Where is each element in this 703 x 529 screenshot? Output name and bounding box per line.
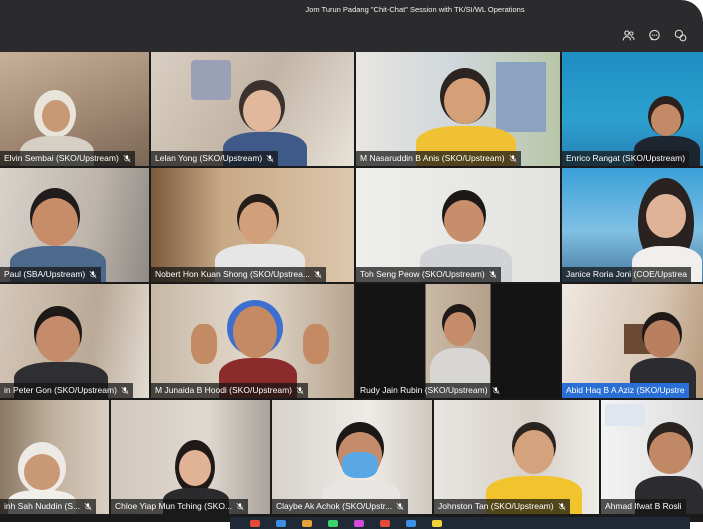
mic-off-icon bbox=[84, 503, 92, 510]
participant-name: Nobert Hon Kuan Shong (SKO/Upstrea... bbox=[151, 267, 326, 282]
video-tile[interactable]: Johnston Tan (SKO/Upstream) bbox=[434, 400, 599, 514]
video-tile[interactable]: Elvin Sembai (SKO/Upstream) bbox=[0, 52, 149, 166]
participant-name: Janice Roria Joni (COE/Upstrea bbox=[562, 267, 691, 282]
video-tile[interactable]: M Nasaruddin B Anis (SKO/Upstream) bbox=[356, 52, 560, 166]
app-icon[interactable] bbox=[328, 519, 338, 527]
video-tile[interactable]: Lelan Yong (SKO/Upstream) bbox=[151, 52, 354, 166]
people-icon[interactable] bbox=[621, 28, 635, 42]
video-tile[interactable]: Abid Haq B A Aziz (SKO/Upstre bbox=[562, 284, 703, 398]
toolbar bbox=[621, 28, 687, 42]
participant-name: Claybe Ak Achok (SKO/Upstr... bbox=[272, 499, 409, 514]
video-tile[interactable]: in Peter Gon (SKO/Upstream) bbox=[0, 284, 149, 398]
app-icon[interactable] bbox=[380, 519, 390, 527]
participant-name: Lelan Yong (SKO/Upstream) bbox=[151, 151, 279, 166]
chat-icon[interactable] bbox=[647, 28, 661, 42]
video-tile[interactable]: Chloe Yiap Mun Tching (SKO... bbox=[111, 400, 270, 514]
taskbar bbox=[230, 517, 690, 529]
mic-off-icon bbox=[492, 387, 500, 394]
video-call-window: Jom Turun Padang "Chit-Chat" Session wit… bbox=[0, 0, 703, 529]
mic-off-icon bbox=[296, 387, 304, 394]
app-icon[interactable] bbox=[276, 519, 286, 527]
video-tile[interactable]: Ahmad Ifwat B Rosli bbox=[601, 400, 703, 514]
mic-off-icon bbox=[236, 503, 244, 510]
video-tile[interactable]: Claybe Ak Achok (SKO/Upstr... bbox=[272, 400, 432, 514]
video-tile[interactable]: Rudy Jain Rubin (SKO/Upstream) bbox=[356, 284, 560, 398]
video-tile[interactable]: Nobert Hon Kuan Shong (SKO/Upstrea... bbox=[151, 168, 354, 282]
participant-name: M Junaida B Hoodi (SKO/Upstream) bbox=[151, 383, 308, 398]
reactions-icon[interactable] bbox=[673, 28, 687, 42]
participant-name: inh Sah Nuddin (S... bbox=[0, 499, 97, 514]
video-tile[interactable]: Toh Seng Peow (SKO/Upstream) bbox=[356, 168, 560, 282]
participant-name: Toh Seng Peow (SKO/Upstream) bbox=[356, 267, 501, 282]
video-tile[interactable]: M Junaida B Hoodi (SKO/Upstream) bbox=[151, 284, 354, 398]
mic-off-icon bbox=[396, 503, 404, 510]
video-tile[interactable]: Enrico Rangat (SKO/Upstream) bbox=[562, 52, 703, 166]
app-icon[interactable] bbox=[432, 519, 442, 527]
mic-off-icon bbox=[121, 387, 129, 394]
mic-off-icon bbox=[123, 155, 131, 162]
participant-name: Ahmad Ifwat B Rosli bbox=[601, 499, 686, 514]
participant-name: in Peter Gon (SKO/Upstream) bbox=[0, 383, 133, 398]
title-bar: Jom Turun Padang "Chit-Chat" Session wit… bbox=[0, 0, 703, 52]
mic-off-icon bbox=[314, 271, 322, 278]
app-icon[interactable] bbox=[354, 519, 364, 527]
video-grid: Elvin Sembai (SKO/Upstream) Lelan Yong (… bbox=[0, 52, 703, 522]
app-icon[interactable] bbox=[250, 519, 260, 527]
participant-name: Abid Haq B A Aziz (SKO/Upstre bbox=[562, 383, 689, 398]
participant-name: Elvin Sembai (SKO/Upstream) bbox=[0, 151, 135, 166]
mic-off-icon bbox=[489, 271, 497, 278]
app-icon[interactable] bbox=[406, 519, 416, 527]
mic-off-icon bbox=[509, 155, 517, 162]
participant-name: Paul (SBA/Upstream) bbox=[0, 267, 102, 282]
mic-off-icon bbox=[266, 155, 274, 162]
participant-name: Enrico Rangat (SKO/Upstream) bbox=[562, 151, 690, 166]
mic-off-icon bbox=[558, 503, 566, 510]
video-tile[interactable]: Paul (SBA/Upstream) bbox=[0, 168, 149, 282]
participant-name: Chloe Yiap Mun Tching (SKO... bbox=[111, 499, 249, 514]
video-tile[interactable]: Janice Roria Joni (COE/Upstrea bbox=[562, 168, 703, 282]
mic-off-icon bbox=[89, 271, 97, 278]
meeting-title: Jom Turun Padang "Chit-Chat" Session wit… bbox=[305, 5, 525, 14]
participant-name: M Nasaruddin B Anis (SKO/Upstream) bbox=[356, 151, 521, 166]
app-icon[interactable] bbox=[302, 519, 312, 527]
participant-name: Rudy Jain Rubin (SKO/Upstream) bbox=[356, 383, 504, 398]
video-tile[interactable]: inh Sah Nuddin (S... bbox=[0, 400, 109, 514]
participant-name: Johnston Tan (SKO/Upstream) bbox=[434, 499, 570, 514]
